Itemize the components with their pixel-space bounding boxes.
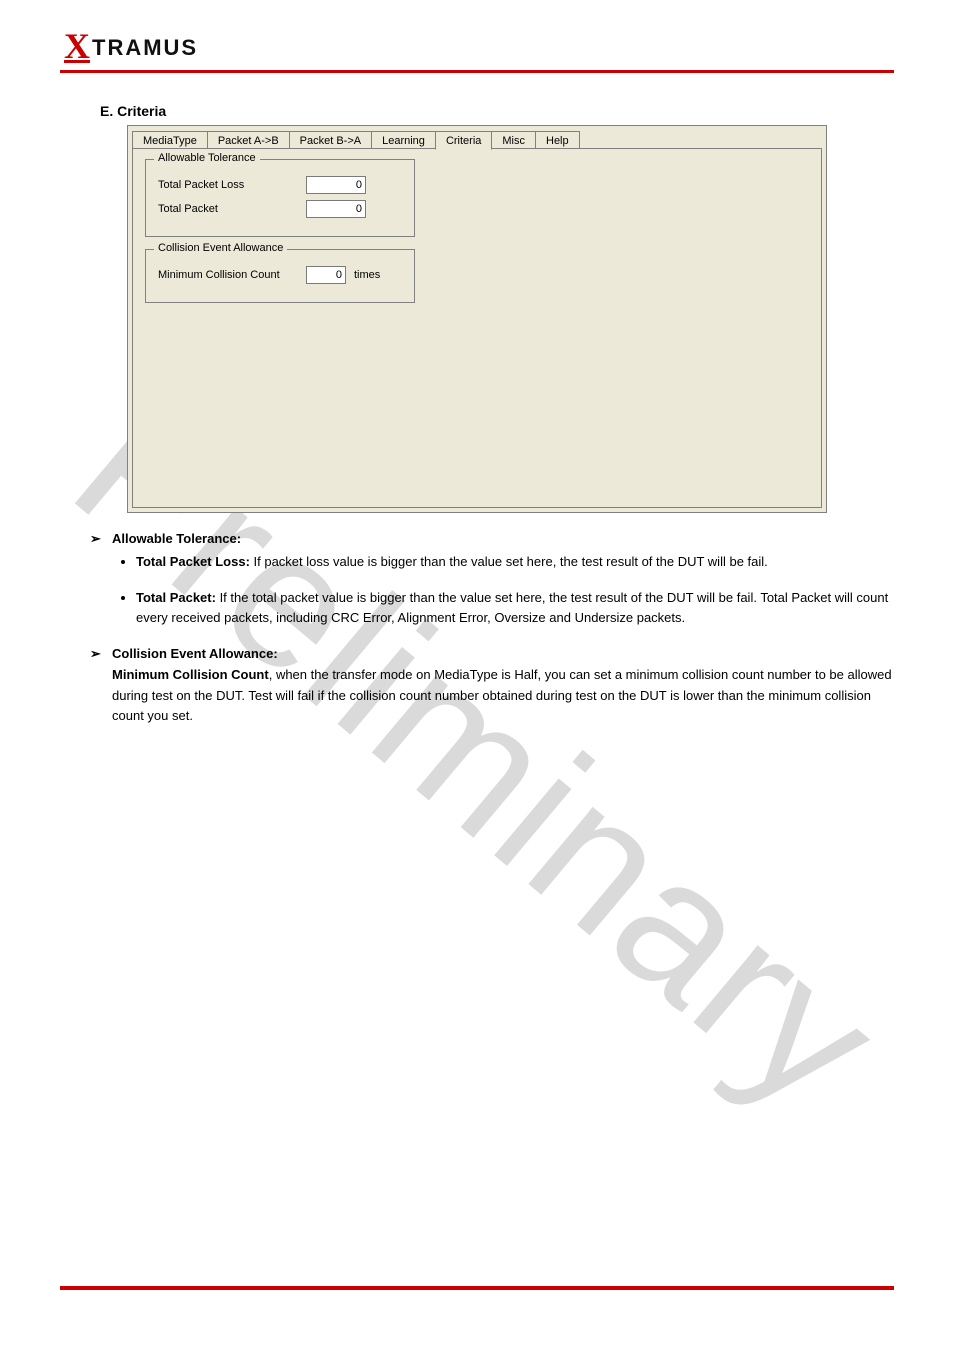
input-total-packet[interactable] [306, 200, 366, 218]
sub-item: Total Packet Loss: If packet loss value … [136, 552, 894, 572]
bullet-item: Allowable Tolerance:Total Packet Loss: I… [90, 531, 894, 628]
tab-misc[interactable]: Misc [491, 131, 536, 149]
bullet-item: Collision Event Allowance:Minimum Collis… [90, 646, 894, 725]
brand-logo: X TRAMUS [64, 28, 894, 64]
input-min-collision-count[interactable] [306, 266, 346, 284]
tab-packet-b-a[interactable]: Packet B->A [289, 131, 372, 149]
group-collision-event-allowance: Collision Event Allowance Minimum Collis… [145, 249, 415, 303]
footer-rule [60, 1286, 894, 1290]
input-total-packet-loss[interactable] [306, 176, 366, 194]
dialog-screenshot: MediaTypePacket A->BPacket B->ALearningC… [127, 125, 827, 513]
tab-learning[interactable]: Learning [371, 131, 436, 149]
header-rule [60, 70, 894, 73]
group-title: Allowable Tolerance [154, 152, 260, 164]
group-allowable-tolerance: Allowable Tolerance Total Packet Loss To… [145, 159, 415, 237]
label-total-packet: Total Packet [158, 203, 298, 215]
label-total-packet-loss: Total Packet Loss [158, 179, 298, 191]
section-heading: E. Criteria [100, 103, 894, 119]
description-list: Allowable Tolerance:Total Packet Loss: I… [90, 531, 894, 726]
tab-help[interactable]: Help [535, 131, 580, 149]
dialog-tabs: MediaTypePacket A->BPacket B->ALearningC… [128, 126, 826, 149]
unit-times: times [354, 269, 380, 281]
header: X TRAMUS [60, 28, 894, 73]
dialog-panel: Allowable Tolerance Total Packet Loss To… [132, 148, 822, 508]
tab-criteria[interactable]: Criteria [435, 131, 492, 150]
tab-packet-a-b[interactable]: Packet A->B [207, 131, 290, 149]
group-title: Collision Event Allowance [154, 242, 287, 254]
sub-item: Total Packet: If the total packet value … [136, 588, 894, 628]
brand-x: X [64, 28, 90, 64]
sub-list: Total Packet Loss: If packet loss value … [136, 552, 894, 628]
tab-mediatype[interactable]: MediaType [132, 131, 208, 149]
label-min-collision-count: Minimum Collision Count [158, 269, 298, 281]
sub-inline: Minimum Collision Count, when the transf… [112, 665, 894, 725]
brand-rest: TRAMUS [92, 33, 198, 64]
